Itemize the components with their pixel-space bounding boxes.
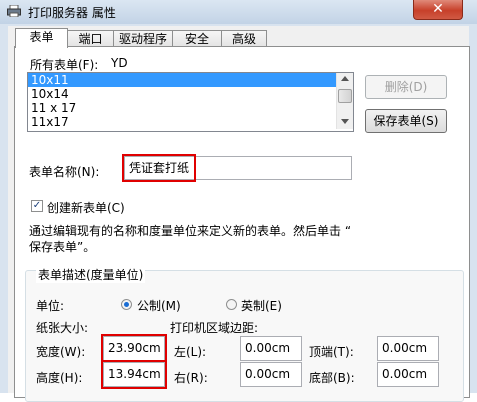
bottom-margin-input[interactable]: 0.00cm — [377, 362, 439, 387]
scroll-thumb[interactable] — [338, 89, 352, 103]
save-form-button[interactable]: 保存表单(S) — [365, 109, 447, 133]
create-new-label: 创建新表单(C) — [47, 201, 125, 215]
tab-label: 表单 — [29, 30, 54, 44]
left-margin-input[interactable]: 0.00cm — [240, 336, 302, 361]
close-button[interactable]: ✕ — [413, 0, 463, 20]
tab-label: 驱动程序 — [118, 32, 167, 46]
width-input[interactable]: 23.90cm — [101, 334, 167, 363]
forms-list[interactable]: 10x11 10x14 11 x 17 11x17 — [27, 72, 354, 132]
tab-label: 安全 — [184, 32, 209, 46]
close-icon: ✕ — [432, 1, 444, 17]
hint-line-1: 通过编辑现有的名称和度量单位来定义新的表单。然后单击 “ — [29, 224, 352, 238]
english-label: 英制(E) — [241, 299, 282, 313]
english-radio[interactable] — [226, 299, 237, 310]
top-margin-label: 顶端(T): — [309, 345, 354, 359]
check-icon: ✓ — [32, 200, 42, 211]
height-input[interactable]: 13.94cm — [101, 360, 167, 389]
delete-button[interactable]: 删除(D) — [365, 75, 447, 99]
forms-list-scrollbar[interactable] — [336, 73, 353, 129]
right-margin-input[interactable]: 0.00cm — [240, 362, 302, 387]
tab-label: 高级 — [231, 32, 256, 46]
list-item[interactable]: 10x14 — [28, 87, 336, 101]
width-label: 宽度(W): — [36, 345, 86, 359]
list-item[interactable]: 10x11 — [28, 73, 336, 87]
scroll-down-icon[interactable] — [341, 119, 349, 124]
bottom-margin-label: 底部(B): — [309, 371, 355, 385]
scroll-up-icon[interactable] — [341, 76, 349, 81]
paper-size-label: 纸张大小: — [36, 321, 89, 335]
height-label: 高度(H): — [36, 371, 83, 385]
printer-margins-label: 打印机区域边距: — [170, 321, 259, 335]
list-item[interactable]: 11 x 17 — [28, 101, 336, 115]
server-name: YD — [111, 56, 128, 70]
top-margin-input[interactable]: 0.00cm — [377, 336, 439, 361]
right-margin-label: 右(R): — [174, 371, 208, 385]
metric-radio[interactable] — [121, 299, 132, 310]
all-forms-label: 所有表单(F): — [30, 58, 99, 72]
form-name-value: 凭证套打纸 — [122, 154, 196, 182]
left-margin-label: 左(L): — [174, 345, 207, 359]
window-title: 打印服务器 属性 — [28, 6, 116, 20]
hint-line-2: 保存表单”。 — [29, 240, 96, 254]
create-new-checkbox[interactable]: ✓ — [31, 200, 43, 212]
tab-forms[interactable]: 表单 — [15, 28, 68, 48]
printer-icon — [7, 5, 21, 17]
list-item[interactable]: 11x17 — [28, 115, 336, 129]
group-label: 表单描述(度量单位) — [36, 266, 146, 283]
tab-label: 端口 — [78, 32, 103, 46]
unit-label: 单位: — [36, 299, 65, 313]
metric-label: 公制(M) — [137, 299, 181, 313]
form-name-label: 表单名称(N): — [29, 165, 100, 179]
